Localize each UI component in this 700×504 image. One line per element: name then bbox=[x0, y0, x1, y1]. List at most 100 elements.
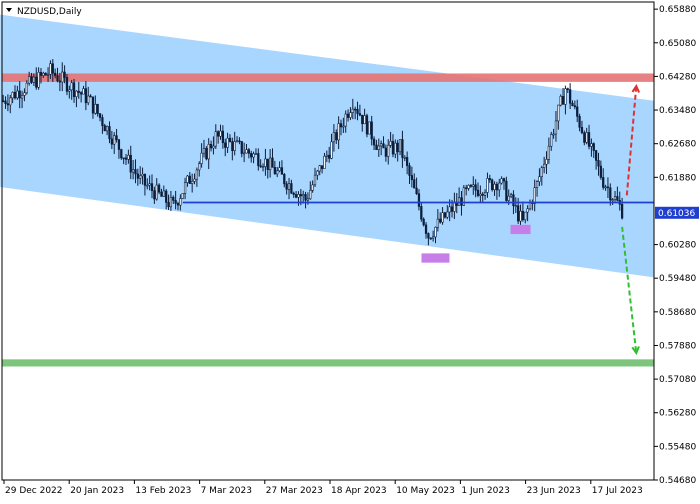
x-tick-label: 20 Jan 2023 bbox=[70, 486, 124, 496]
candle bbox=[443, 212, 447, 218]
candle bbox=[410, 175, 413, 180]
candle bbox=[557, 104, 560, 122]
candle bbox=[77, 90, 80, 93]
candle bbox=[250, 153, 253, 158]
candle bbox=[290, 183, 293, 194]
chart-window[interactable]: 0.65880 0.65080 0.64280 0.63480 0.62680 0.618… bbox=[0, 0, 700, 500]
candle bbox=[382, 143, 385, 149]
candle bbox=[183, 182, 187, 194]
candle bbox=[13, 91, 17, 99]
candle bbox=[434, 226, 437, 238]
candle bbox=[363, 115, 366, 125]
candle bbox=[122, 157, 125, 160]
candle bbox=[349, 112, 352, 118]
candle bbox=[512, 194, 515, 207]
candle bbox=[559, 96, 562, 106]
candle bbox=[427, 233, 430, 239]
candle bbox=[141, 173, 144, 177]
candle bbox=[273, 167, 276, 175]
candle bbox=[387, 145, 390, 157]
candle bbox=[129, 154, 132, 173]
candle bbox=[136, 173, 139, 179]
resistance-zone bbox=[2, 73, 654, 82]
candle bbox=[268, 157, 272, 170]
candle bbox=[198, 163, 201, 171]
candle bbox=[23, 92, 26, 96]
candle bbox=[139, 175, 142, 179]
candle bbox=[9, 97, 12, 106]
candle bbox=[165, 190, 168, 203]
candle bbox=[566, 88, 569, 90]
candle bbox=[590, 143, 593, 147]
candle bbox=[446, 211, 449, 218]
candle bbox=[82, 88, 85, 95]
candle bbox=[526, 208, 529, 213]
candle bbox=[509, 194, 513, 197]
candle bbox=[552, 133, 555, 136]
candle bbox=[323, 155, 326, 169]
candle bbox=[240, 141, 243, 154]
candle bbox=[587, 132, 591, 147]
candle bbox=[309, 190, 312, 200]
candle bbox=[576, 106, 579, 117]
candle bbox=[174, 200, 177, 204]
candle bbox=[124, 157, 128, 160]
candle bbox=[49, 63, 52, 75]
candle bbox=[606, 186, 610, 189]
candle bbox=[337, 123, 340, 141]
candle bbox=[257, 153, 260, 167]
candle bbox=[391, 140, 395, 155]
candle bbox=[134, 169, 137, 175]
candle bbox=[181, 193, 184, 199]
candle bbox=[521, 210, 525, 221]
candle bbox=[214, 131, 217, 147]
candle bbox=[245, 149, 248, 154]
low-marker bbox=[421, 253, 450, 263]
candle bbox=[592, 143, 595, 151]
candle bbox=[578, 116, 581, 128]
candle bbox=[488, 178, 491, 181]
candle bbox=[20, 95, 24, 99]
candle bbox=[335, 132, 338, 141]
candle bbox=[457, 197, 461, 206]
candle bbox=[25, 82, 28, 94]
candle bbox=[306, 198, 310, 201]
candle bbox=[448, 206, 451, 213]
candle bbox=[585, 132, 588, 143]
current-price-label: 0.61036 bbox=[658, 209, 695, 219]
candle bbox=[254, 153, 258, 155]
candle bbox=[169, 196, 173, 208]
candle bbox=[176, 203, 180, 206]
candle bbox=[87, 95, 90, 104]
candle bbox=[75, 90, 78, 98]
candle bbox=[580, 127, 584, 134]
candle bbox=[339, 123, 343, 128]
candle bbox=[620, 203, 624, 219]
y-tick-label: 0.57880 bbox=[659, 341, 696, 351]
candle bbox=[89, 95, 92, 98]
candle bbox=[439, 218, 442, 223]
candle bbox=[332, 132, 336, 143]
candle bbox=[613, 196, 617, 200]
candle bbox=[486, 178, 489, 193]
candle bbox=[573, 105, 576, 108]
y-tick-label: 0.64280 bbox=[659, 72, 696, 82]
candle bbox=[98, 113, 102, 118]
candle bbox=[519, 210, 522, 222]
candle bbox=[186, 175, 189, 183]
candle bbox=[389, 140, 392, 146]
candle bbox=[380, 143, 383, 147]
candle bbox=[157, 184, 161, 193]
candle bbox=[538, 176, 541, 182]
candle bbox=[403, 157, 406, 159]
candle bbox=[115, 135, 118, 141]
candle bbox=[94, 104, 97, 114]
candle bbox=[113, 135, 116, 145]
candle bbox=[394, 142, 397, 155]
price-chart[interactable]: 0.65880 0.65080 0.64280 0.63480 0.62680 0.618… bbox=[0, 0, 700, 500]
candle bbox=[472, 184, 475, 187]
x-tick-label: 23 Jun 2023 bbox=[527, 486, 581, 496]
y-tick-label: 0.63480 bbox=[659, 106, 696, 116]
candle bbox=[226, 137, 229, 148]
candle bbox=[205, 147, 208, 160]
